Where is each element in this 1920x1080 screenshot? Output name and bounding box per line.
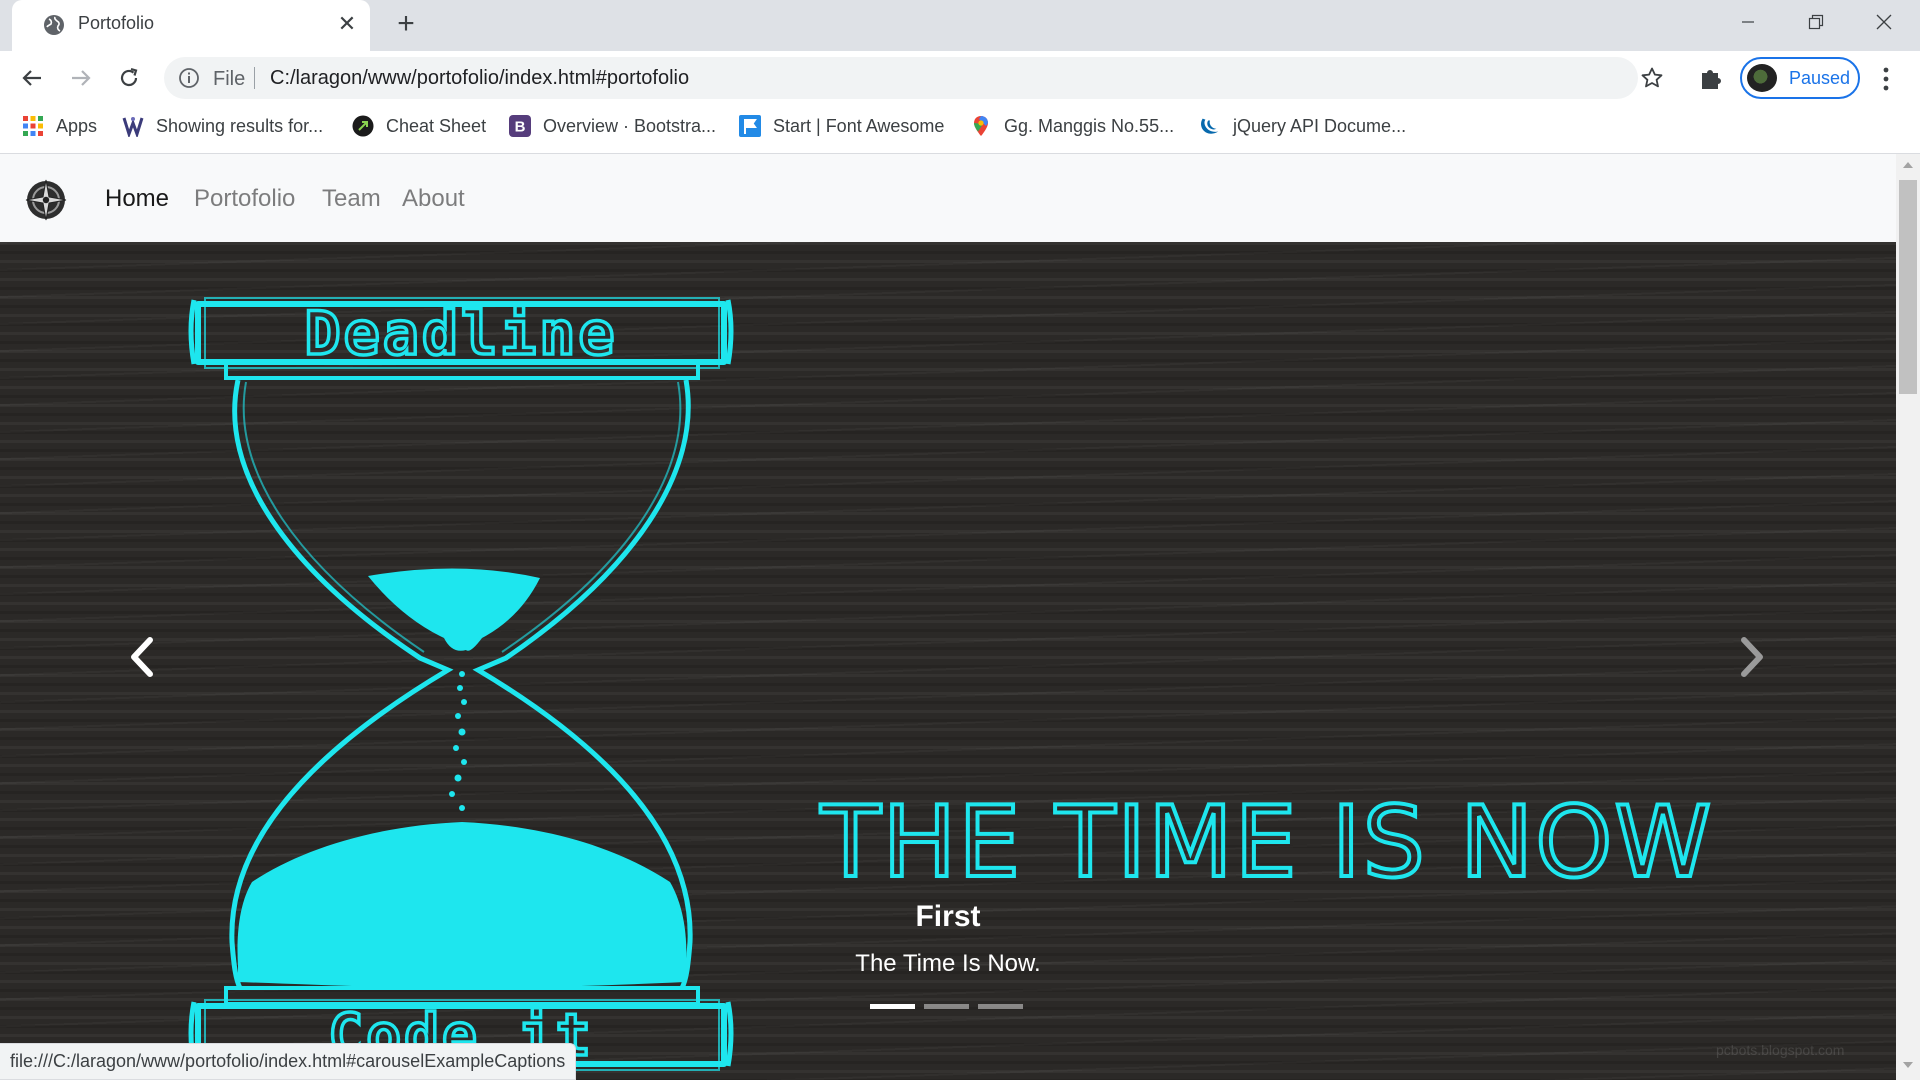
- scroll-thumb[interactable]: [1899, 180, 1917, 394]
- bookmark-label: Gg. Manggis No.55...: [1004, 115, 1175, 136]
- bookmark-showing-results[interactable]: Showing results for...: [122, 105, 323, 147]
- apps-grid-icon: [22, 115, 44, 137]
- profile-status-label: Paused: [1789, 68, 1851, 88]
- globe-icon: [44, 15, 64, 35]
- reload-button[interactable]: [112, 61, 146, 95]
- restore-button[interactable]: [1782, 0, 1850, 44]
- close-window-button[interactable]: [1850, 0, 1918, 44]
- bookmark-jquery[interactable]: jQuery API Docume...: [1199, 105, 1406, 147]
- bookmark-cheat-sheet[interactable]: Cheat Sheet: [352, 105, 486, 147]
- forward-button[interactable]: [64, 61, 98, 95]
- tab-strip: Portofolio ✕ +: [0, 0, 1920, 51]
- carousel-next-chevron-icon[interactable]: [1732, 632, 1772, 682]
- bootstrap-favicon-icon: B: [509, 115, 531, 137]
- arrow-right-icon: [72, 70, 91, 86]
- bookmark-label: Apps: [56, 115, 98, 136]
- jquery-favicon-icon: [1199, 115, 1221, 137]
- page-viewport: Home Portofolio Team About Deadline Code…: [0, 154, 1896, 1080]
- image-watermark: pcbots.blogspot.com: [1716, 1042, 1845, 1058]
- avatar: [1747, 64, 1777, 92]
- bookmark-label: Showing results for...: [156, 115, 324, 136]
- bookmark-label: Start | Font Awesome: [773, 115, 945, 136]
- close-icon: [1876, 14, 1892, 30]
- minimize-icon: [1742, 21, 1754, 23]
- new-tab-button[interactable]: +: [390, 9, 422, 41]
- divider: [254, 67, 255, 89]
- url-scheme: File: [213, 68, 246, 90]
- restore-icon: [1808, 14, 1824, 30]
- bookmark-apps[interactable]: Apps: [22, 105, 97, 147]
- kebab-menu-icon[interactable]: [1876, 65, 1896, 93]
- maps-pin-icon: [970, 115, 992, 137]
- bookmark-font-awesome[interactable]: Start | Font Awesome: [739, 105, 944, 147]
- bookmark-bootstrap[interactable]: B Overview · Bootstra...: [509, 105, 716, 147]
- cheat-sheet-favicon-icon: [352, 115, 374, 137]
- nav-link-portofolio[interactable]: Portofolio: [194, 185, 295, 213]
- scroll-up-arrow-icon[interactable]: [1903, 162, 1913, 168]
- slide-headline: THE TIME IS NOW: [820, 786, 1714, 900]
- scroll-down-arrow-icon[interactable]: [1903, 1062, 1913, 1068]
- address-bar[interactable]: File C:/laragon/www/portofolio/index.htm…: [164, 57, 1663, 99]
- site-favicon-icon: [122, 115, 144, 137]
- arrow-left-icon: [22, 70, 41, 86]
- nav-link-home[interactable]: Home: [105, 185, 169, 213]
- browser-toolbar: File C:/laragon/www/portofolio/index.htm…: [0, 51, 1920, 105]
- bookmark-label: Overview · Bootstra...: [543, 115, 717, 136]
- bookmark-label: jQuery API Docume...: [1233, 115, 1407, 136]
- carousel-caption-text: The Time Is Now.: [855, 950, 1041, 977]
- back-button[interactable]: [15, 61, 49, 95]
- bookmark-label: Cheat Sheet: [386, 115, 487, 136]
- carousel-indicator[interactable]: [978, 1004, 1023, 1009]
- deadline-banner-text: Deadline: [305, 299, 618, 369]
- close-tab-icon[interactable]: ✕: [334, 11, 360, 37]
- compass-logo-icon[interactable]: [24, 178, 68, 222]
- nav-link-team[interactable]: Team: [322, 185, 381, 213]
- info-icon[interactable]: [178, 67, 200, 89]
- tab-title: Portofolio: [78, 13, 155, 33]
- carousel-caption-title: First: [915, 900, 981, 933]
- nav-link-about[interactable]: About: [402, 185, 465, 213]
- extensions-puzzle-icon[interactable]: [1698, 65, 1724, 91]
- profile-button[interactable]: Paused: [1740, 57, 1860, 99]
- vertical-scrollbar[interactable]: [1896, 154, 1920, 1080]
- bookmark-maps[interactable]: Gg. Manggis No.55...: [970, 105, 1174, 147]
- link-status-bubble: file:///C:/laragon/www/portofolio/index.…: [0, 1043, 577, 1080]
- site-navbar: Home Portofolio Team About: [0, 154, 1896, 242]
- browser-tab[interactable]: Portofolio ✕: [12, 0, 370, 51]
- carousel-indicators: [870, 1004, 1023, 1009]
- minimize-button[interactable]: [1714, 0, 1782, 44]
- svg-text:B: B: [515, 119, 526, 136]
- bookmark-star-icon[interactable]: [1640, 66, 1664, 90]
- url-text[interactable]: C:/laragon/www/portofolio/index.html#por…: [270, 67, 689, 90]
- bookmarks-bar: Apps Showing results for... Cheat Sheet …: [0, 105, 1920, 154]
- hero-carousel: Deadline Code it THE TIME IS NOW First T…: [0, 242, 1896, 1080]
- carousel-indicator[interactable]: [870, 1004, 915, 1009]
- font-awesome-flag-icon: [739, 115, 761, 137]
- carousel-prev-chevron-icon[interactable]: [122, 632, 162, 682]
- reload-icon: [120, 67, 138, 87]
- carousel-indicator[interactable]: [924, 1004, 969, 1009]
